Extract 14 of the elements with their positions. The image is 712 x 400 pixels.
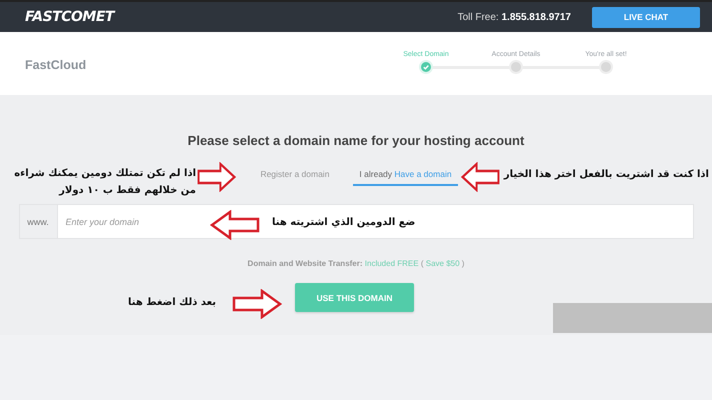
page-heading: Please select a domain name for your hosting account xyxy=(188,133,524,148)
domain-tab[interactable]: I already Have a domain xyxy=(353,165,458,186)
annotation-text: بعد ذلك اضغط هنا xyxy=(128,296,216,310)
logo[interactable]: FASTCOMET xyxy=(25,9,114,25)
annotation-text: اذا لم تكن تمتلك دومين يمكنك شراءه من خلالهم فقط ب ١٠ دولار xyxy=(13,167,196,198)
domain-tab[interactable]: Register a domain xyxy=(254,165,336,186)
annotation-text: ضع الدومين الذي اشتريته هنا xyxy=(272,216,416,230)
use-domain-button[interactable]: USE THIS DOMAIN xyxy=(295,283,414,312)
live-chat-button[interactable]: LIVE CHAT xyxy=(592,6,700,28)
annotation-text: اذا كنت قد اشتريت بالفعل اختر هذا الخيار xyxy=(504,168,709,182)
plan-name: FastCloud xyxy=(25,58,88,72)
toll-free-number: Toll Free: 1.855.818.9717 xyxy=(458,12,571,22)
url-prefix: www. xyxy=(18,204,56,239)
transfer-note: Domain and Website Transfer: Included FREE ( Save $50 ) xyxy=(248,259,464,268)
